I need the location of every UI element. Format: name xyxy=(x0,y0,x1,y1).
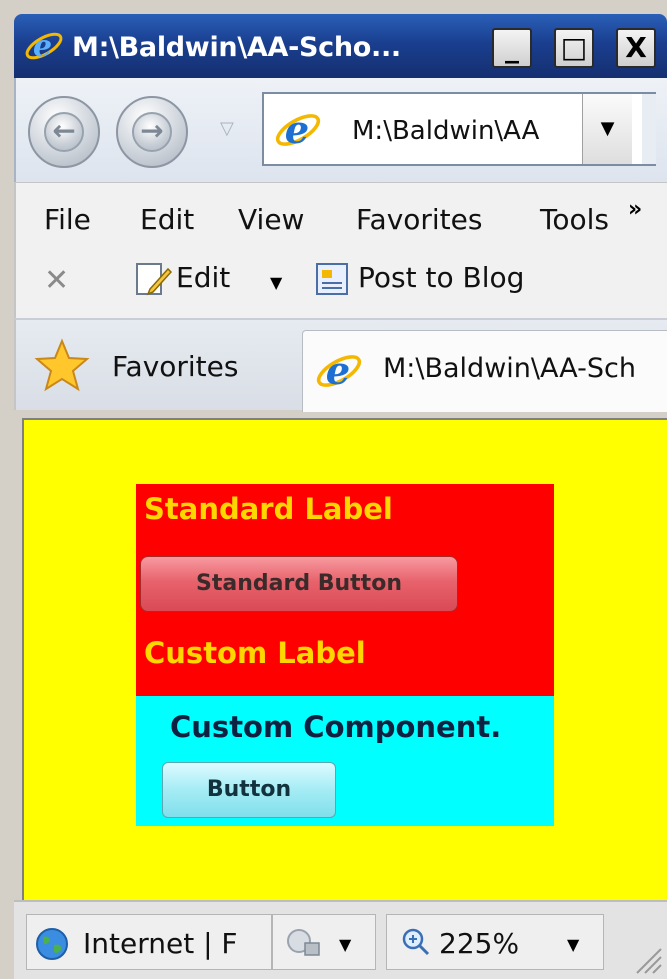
ie-logo-icon: e xyxy=(316,349,362,394)
custom-button[interactable]: Button xyxy=(162,762,336,818)
zoom-icon xyxy=(402,928,430,956)
address-divider xyxy=(642,94,656,164)
internet-zone-icon xyxy=(36,928,68,960)
svg-text:e: e xyxy=(33,29,52,64)
status-bar: Internet | F ▼ 225% ▼ xyxy=(14,900,667,979)
resize-grip-icon[interactable] xyxy=(627,939,663,975)
custom-component-title: Custom Component. xyxy=(170,710,502,744)
menu-edit[interactable]: Edit xyxy=(140,203,194,236)
navigation-bar: ← → ▽ e M:\Baldwin\AA ▼ xyxy=(14,78,667,182)
minimize-button[interactable]: _ xyxy=(492,28,532,68)
edit-command-button[interactable]: Edit xyxy=(176,261,230,294)
standard-label: Standard Label xyxy=(144,492,393,526)
edit-dropdown-arrow-icon[interactable]: ▼ xyxy=(270,273,282,292)
address-url[interactable]: M:\Baldwin\AA xyxy=(352,116,539,146)
address-dropdown-button[interactable]: ▼ xyxy=(582,94,632,164)
menu-view[interactable]: View xyxy=(238,203,304,236)
recent-pages-dropdown[interactable]: ▽ xyxy=(220,118,234,139)
menu-overflow-chevron-icon[interactable]: » xyxy=(628,197,642,222)
favorites-bar: Favorites e M:\Baldwin\AA-Sch xyxy=(14,318,667,412)
tab-current-page[interactable]: e M:\Baldwin\AA-Sch xyxy=(302,330,667,412)
standard-button[interactable]: Standard Button xyxy=(140,556,458,612)
zoom-level: 225% xyxy=(439,927,520,960)
custom-component-panel: Custom Component. Button xyxy=(136,696,554,826)
tab-title[interactable]: M:\Baldwin\AA-Sch xyxy=(383,353,636,384)
menu-file[interactable]: File xyxy=(44,203,91,236)
protected-mode-dropdown-icon[interactable]: ▼ xyxy=(339,935,351,954)
security-zone[interactable]: Internet | F xyxy=(26,914,272,970)
ie-logo-icon: e xyxy=(275,108,321,153)
address-bar[interactable]: e M:\Baldwin\AA ▼ xyxy=(262,92,656,166)
edit-page-icon xyxy=(136,263,172,296)
forward-icon: → xyxy=(132,112,172,152)
stop-icon[interactable]: ✕ xyxy=(44,263,69,298)
post-to-blog-button[interactable]: Post to Blog xyxy=(358,261,524,294)
back-icon: ← xyxy=(44,112,84,152)
post-to-blog-icon xyxy=(316,263,348,295)
zoom-dropdown-icon[interactable]: ▼ xyxy=(567,935,579,954)
zoom-control[interactable]: 225% ▼ xyxy=(386,914,604,970)
title-bar: e M:\Baldwin\AA-Scho... _ □ X xyxy=(14,14,667,78)
protected-mode-icon xyxy=(287,929,320,956)
window-title: M:\Baldwin\AA-Scho... xyxy=(72,32,401,63)
menu-tools[interactable]: Tools xyxy=(540,203,609,236)
favorites-label[interactable]: Favorites xyxy=(112,350,238,383)
ie-logo-icon: e xyxy=(25,29,63,64)
protected-mode-button[interactable]: ▼ xyxy=(272,914,376,970)
standard-components-panel: Standard Label Standard Button Custom La… xyxy=(136,484,554,696)
menu-bar: File Edit View Favorites Tools » ✕ Edit … xyxy=(14,182,667,318)
close-button[interactable]: X xyxy=(616,28,656,68)
menu-favorites[interactable]: Favorites xyxy=(356,203,482,236)
forward-button[interactable]: → xyxy=(116,96,188,168)
svg-text:e: e xyxy=(326,349,350,394)
maximize-button[interactable]: □ xyxy=(554,28,594,68)
zone-text: Internet | F xyxy=(83,927,238,960)
custom-label: Custom Label xyxy=(144,636,366,670)
page-content: Standard Label Standard Button Custom La… xyxy=(22,418,667,900)
svg-text:e: e xyxy=(285,108,309,153)
favorites-star-icon[interactable] xyxy=(34,338,90,394)
back-button[interactable]: ← xyxy=(28,96,100,168)
